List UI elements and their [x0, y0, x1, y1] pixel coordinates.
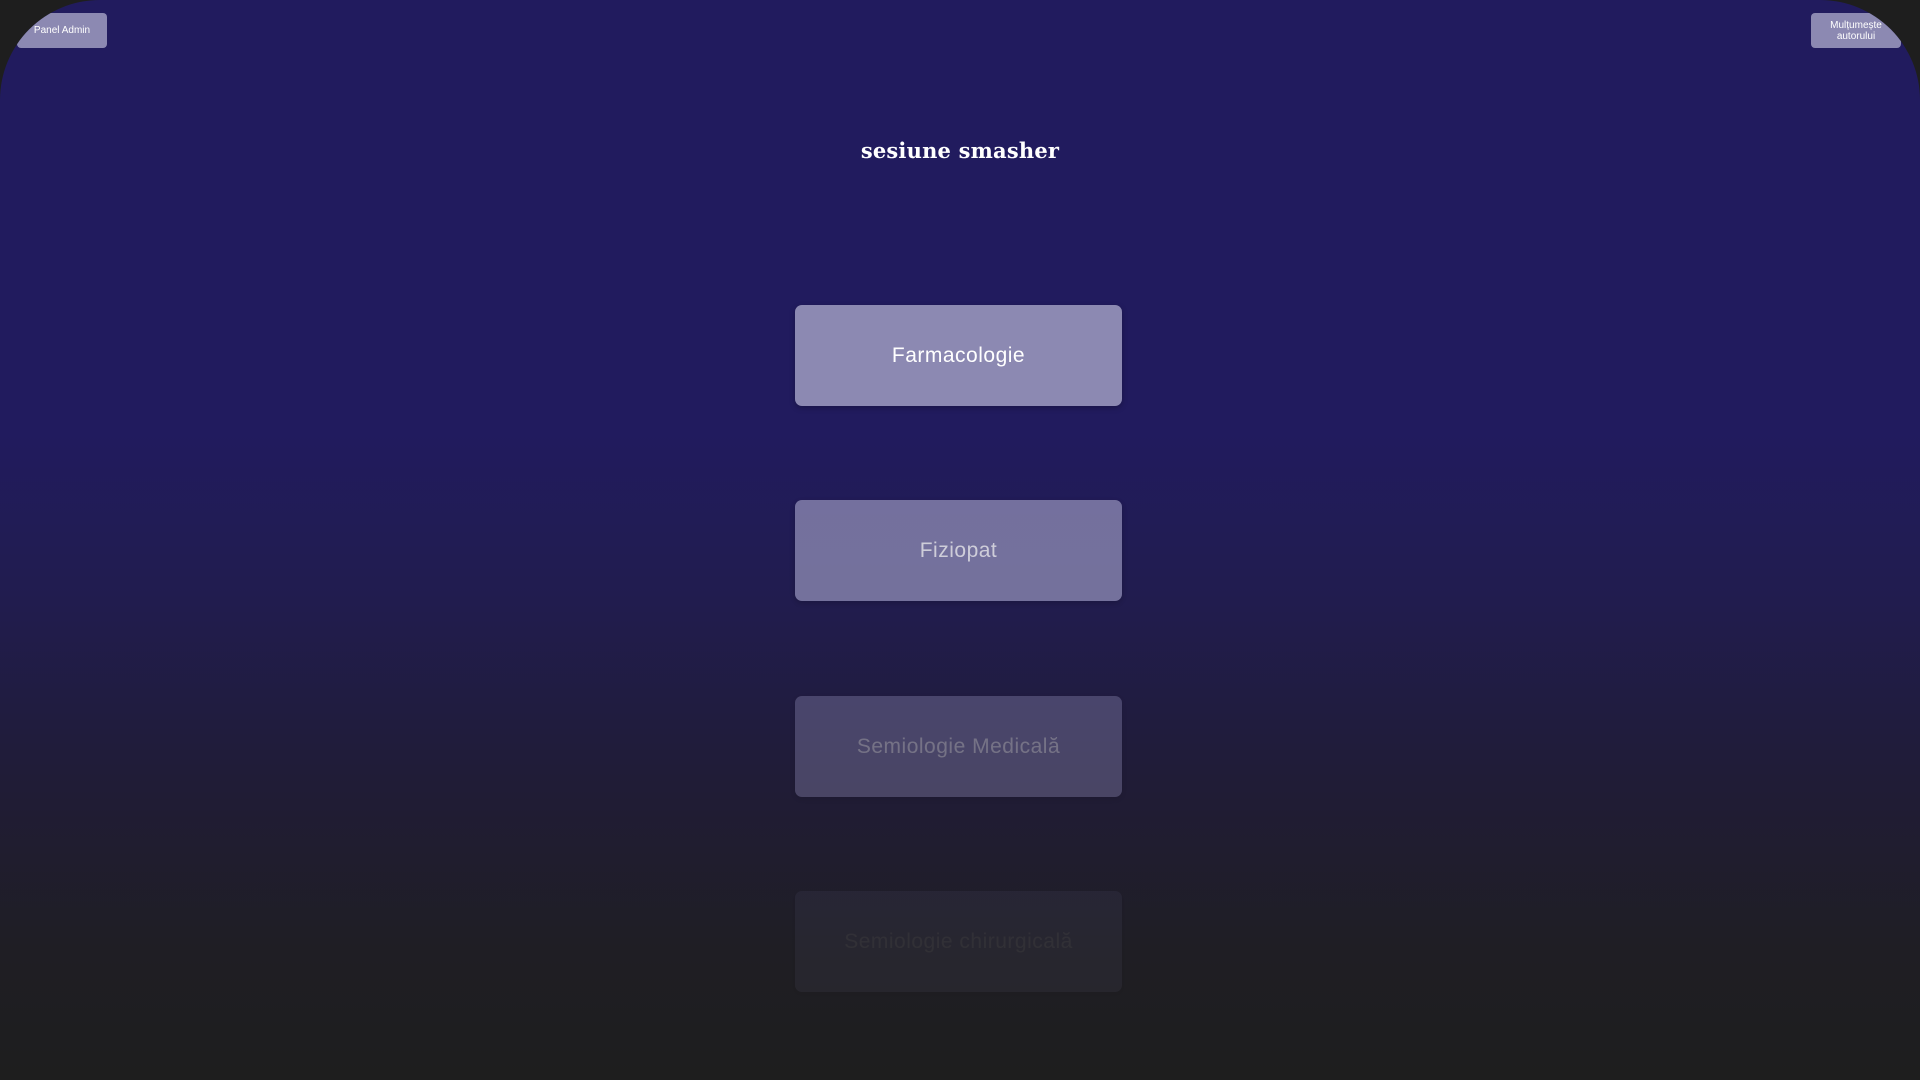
- admin-panel-button[interactable]: Panel Admin: [17, 13, 107, 48]
- page-title: sesiune smasher: [860, 138, 1060, 163]
- thank-author-button[interactable]: Mulțumește autorului: [1811, 13, 1901, 48]
- subject-button-semiologie-medicala[interactable]: Semiologie Medicală: [795, 696, 1122, 797]
- subject-button-farmacologie[interactable]: Farmacologie: [795, 305, 1122, 406]
- app-window: Panel Admin Mulțumește autorului sesiune…: [0, 0, 1920, 1080]
- subject-button-semiologie-chirurgicala[interactable]: Semiologie chirurgicală: [795, 891, 1122, 992]
- subject-button-fiziopat[interactable]: Fiziopat: [795, 500, 1122, 601]
